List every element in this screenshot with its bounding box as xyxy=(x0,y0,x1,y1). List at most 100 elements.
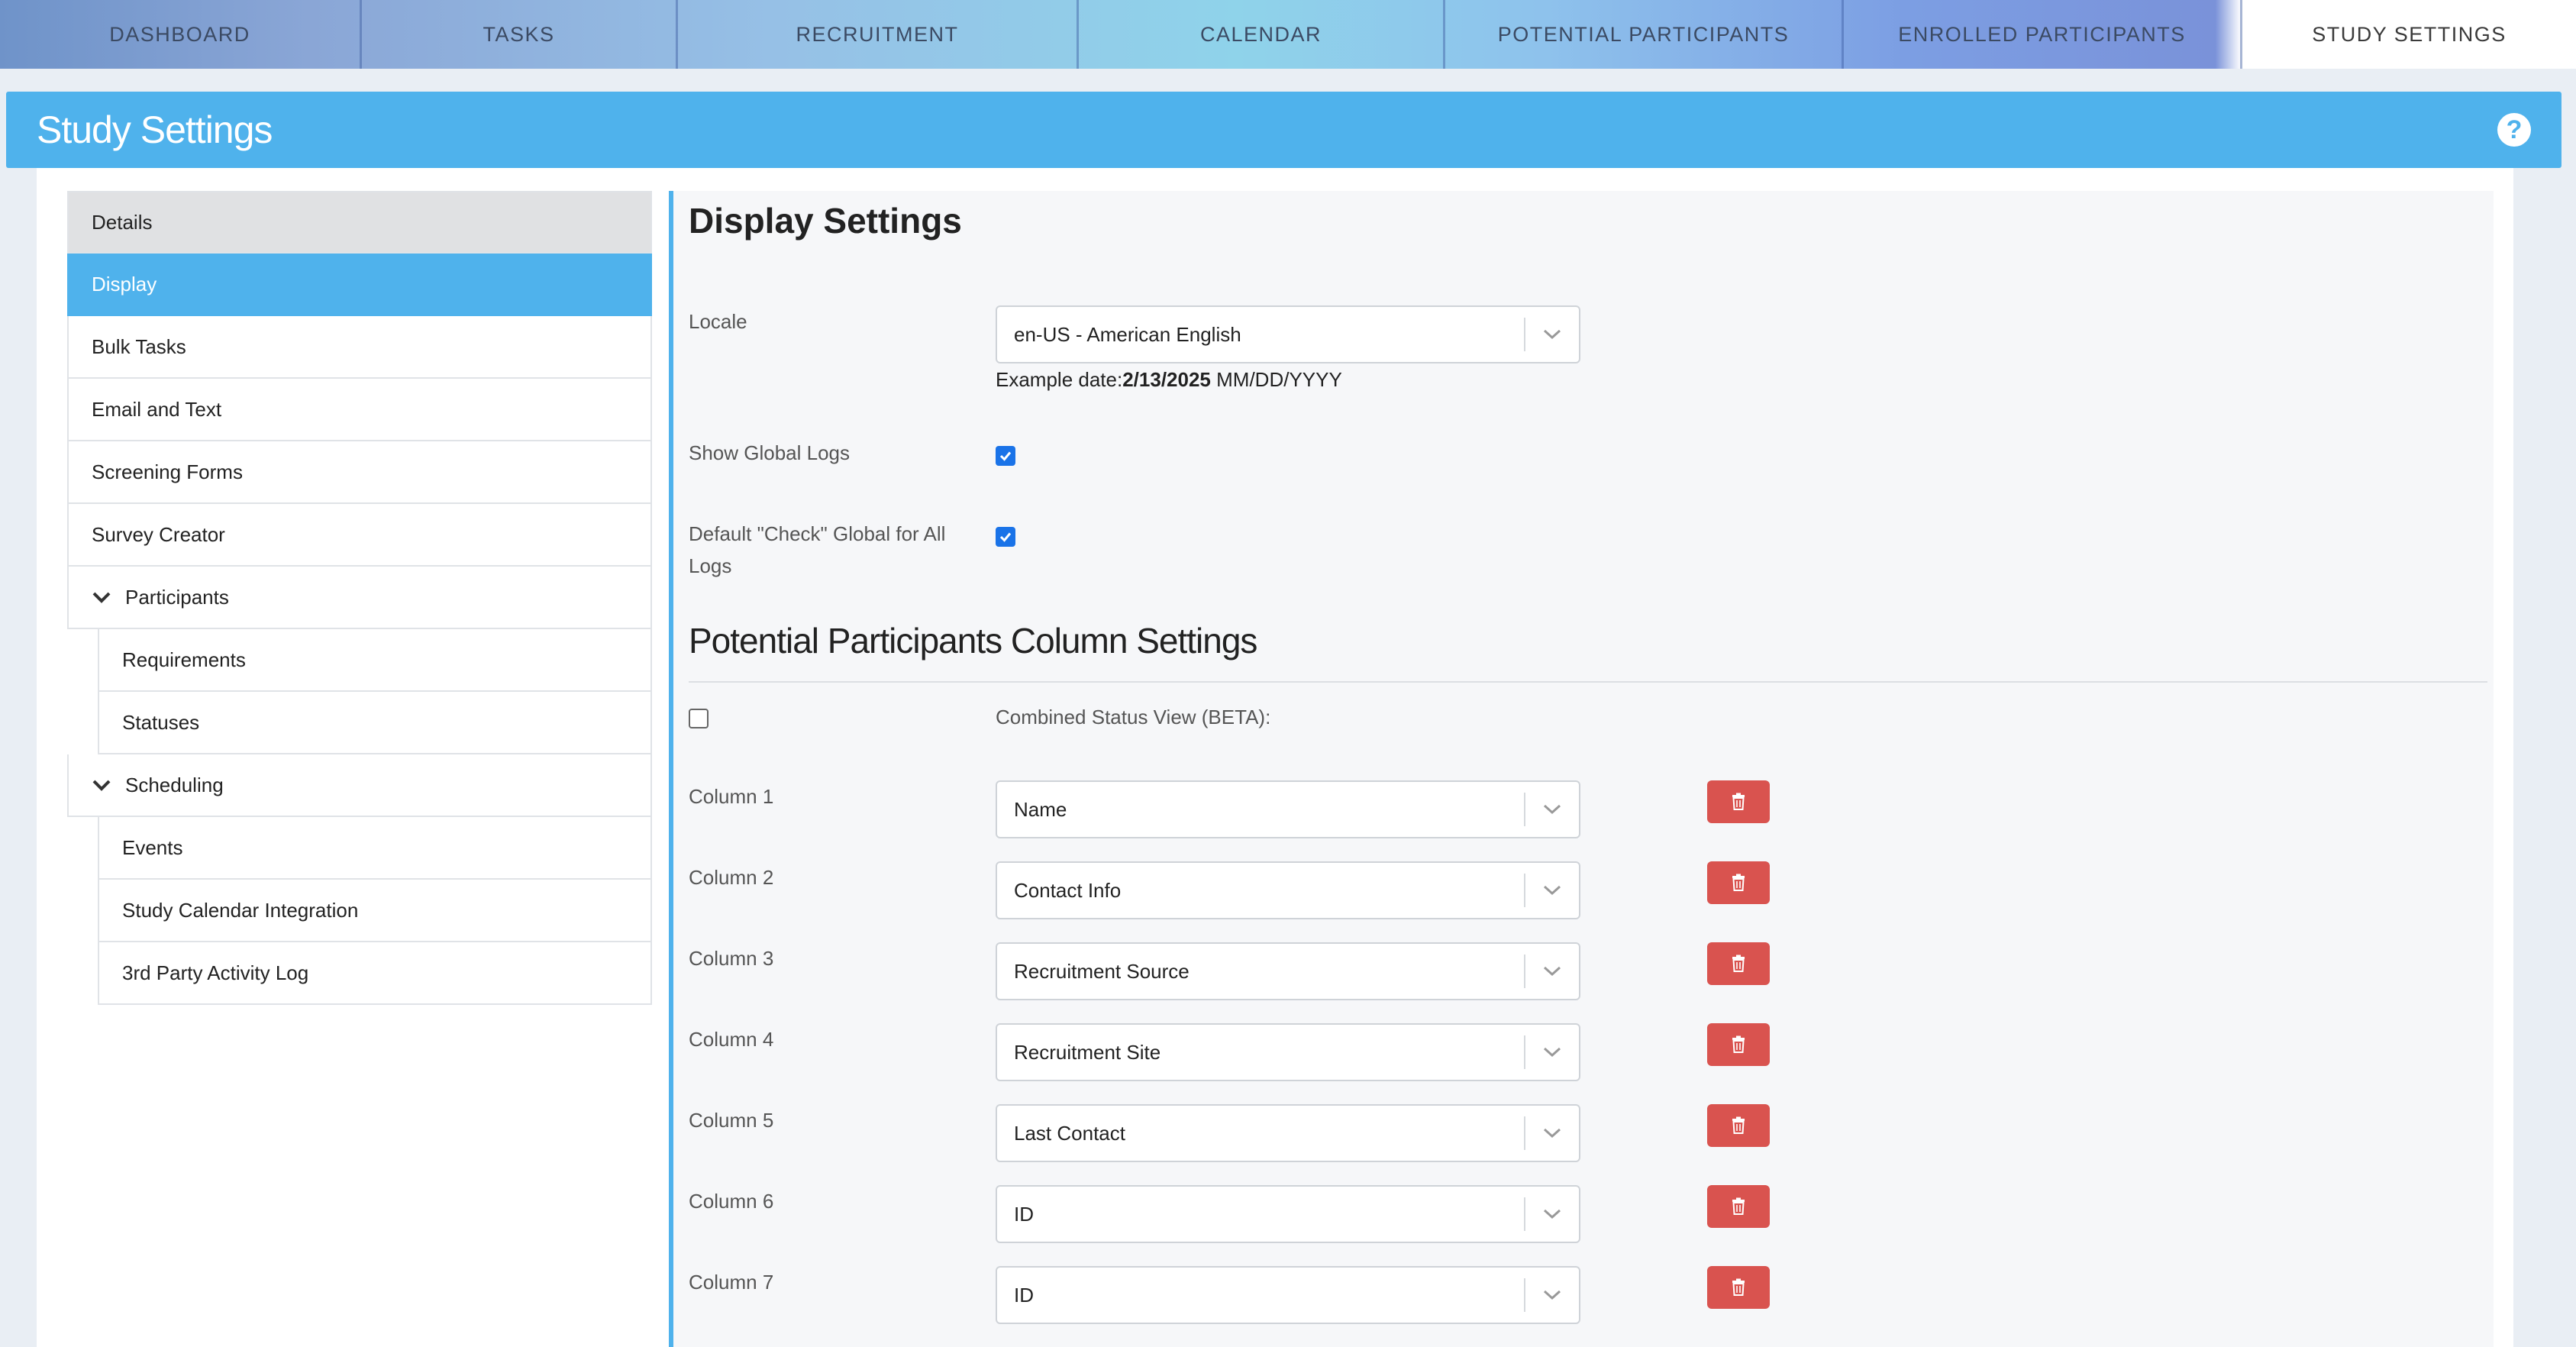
column-6-label: Column 6 xyxy=(689,1190,774,1213)
default-check-global-label: Default "Check" Global for All Logs xyxy=(689,522,946,577)
sidebar-item-label: Events xyxy=(122,835,183,859)
section-heading: Display Settings xyxy=(689,201,962,241)
column-4-label: Column 4 xyxy=(689,1028,774,1051)
question-circle-icon[interactable]: ? xyxy=(2497,113,2531,147)
sidebar-item-email-and-text[interactable]: Email and Text xyxy=(67,379,652,441)
column-value: ID xyxy=(1014,1283,1034,1307)
checkmark-icon xyxy=(999,451,1012,461)
sidebar-item-label: Study Calendar Integration xyxy=(122,898,359,922)
sidebar-item-statuses[interactable]: Statuses xyxy=(98,692,652,754)
chevron-down-icon xyxy=(1525,328,1579,341)
column-value: Contact Info xyxy=(1014,878,1122,902)
show-global-logs-checkbox[interactable] xyxy=(996,446,1015,466)
delete-column-button[interactable] xyxy=(1707,1104,1770,1147)
tab-calendar[interactable]: CALENDAR xyxy=(1079,0,1445,69)
column-settings-title: Potential Participants Column Settings xyxy=(689,621,1257,661)
sidebar-item-label: Participants xyxy=(125,585,229,609)
column-7-label: Column 7 xyxy=(689,1271,774,1294)
example-date: Example date:2/13/2025 MM/DD/YYYY xyxy=(996,368,1342,392)
chevron-down-icon xyxy=(1525,884,1579,896)
trash-icon xyxy=(1732,955,1745,972)
combined-status-checkbox[interactable] xyxy=(689,709,709,728)
column-6-select[interactable]: ID xyxy=(996,1185,1580,1243)
sidebar-item-3rd-party-activity-log[interactable]: 3rd Party Activity Log xyxy=(98,942,652,1005)
display-settings-panel: Display Settings Locale en-US - American… xyxy=(669,191,2494,1347)
show-global-logs-label: Show Global Logs xyxy=(689,441,851,464)
column-value: Name xyxy=(1014,797,1067,821)
tab-tasks[interactable]: TASKS xyxy=(362,0,678,69)
trash-icon xyxy=(1732,1116,1745,1134)
sidebar-item-label: Screening Forms xyxy=(92,460,243,483)
locale-value: en-US - American English xyxy=(1014,322,1241,346)
delete-column-button[interactable] xyxy=(1707,861,1770,904)
column-7-select[interactable]: ID xyxy=(996,1266,1580,1324)
chevron-down-icon xyxy=(92,779,111,791)
column-value: Recruitment Source xyxy=(1014,959,1190,983)
delete-column-button[interactable] xyxy=(1707,780,1770,823)
delete-column-button[interactable] xyxy=(1707,1023,1770,1066)
sidebar-item-survey-creator[interactable]: Survey Creator xyxy=(67,504,652,567)
chevron-down-icon xyxy=(1525,1046,1579,1058)
sidebar-item-label: Details xyxy=(92,210,153,234)
example-date-format: MM/DD/YYYY xyxy=(1216,368,1342,391)
tab-study-settings[interactable]: STUDY SETTINGS xyxy=(2242,0,2576,69)
locale-label: Locale xyxy=(689,310,747,333)
sidebar-item-label: Statuses xyxy=(122,710,200,734)
trash-icon xyxy=(1732,874,1745,891)
chevron-down-icon xyxy=(1525,1208,1579,1220)
column-3-label: Column 3 xyxy=(689,947,774,970)
section-divider xyxy=(689,681,2487,683)
column-1-label: Column 1 xyxy=(689,785,774,808)
column-4-select[interactable]: Recruitment Site xyxy=(996,1023,1580,1081)
sidebar-item-study-calendar-integration[interactable]: Study Calendar Integration xyxy=(98,880,652,942)
column-5-label: Column 5 xyxy=(689,1109,774,1132)
top-nav: DASHBOARD TASKS RECRUITMENT CALENDAR POT… xyxy=(0,0,2576,69)
page-header: Study Settings ? xyxy=(6,92,2561,168)
sidebar-item-screening-forms[interactable]: Screening Forms xyxy=(67,441,652,504)
column-5-select[interactable]: Last Contact xyxy=(996,1104,1580,1162)
example-date-value: 2/13/2025 xyxy=(1122,368,1211,391)
default-check-global-checkbox[interactable] xyxy=(996,527,1015,547)
sidebar-item-display[interactable]: Display xyxy=(67,254,652,316)
chevron-down-icon xyxy=(92,591,111,603)
sidebar-item-label: 3rd Party Activity Log xyxy=(122,961,309,984)
locale-select[interactable]: en-US - American English xyxy=(996,305,1580,363)
delete-column-button[interactable] xyxy=(1707,942,1770,985)
sidebar-item-label: Scheduling xyxy=(125,773,224,796)
trash-icon xyxy=(1732,793,1745,810)
column-2-label: Column 2 xyxy=(689,866,774,889)
trash-icon xyxy=(1732,1278,1745,1296)
tab-recruitment[interactable]: RECRUITMENT xyxy=(678,0,1079,69)
sidebar-item-label: Display xyxy=(92,272,157,296)
sidebar-item-details[interactable]: Details xyxy=(67,191,652,254)
settings-sidebar: Details Display Bulk Tasks Email and Tex… xyxy=(67,191,652,1005)
sidebar-item-requirements[interactable]: Requirements xyxy=(98,629,652,692)
sidebar-item-label: Survey Creator xyxy=(92,522,225,546)
column-2-select[interactable]: Contact Info xyxy=(996,861,1580,919)
column-1-select[interactable]: Name xyxy=(996,780,1580,838)
column-value: Recruitment Site xyxy=(1014,1040,1161,1064)
chevron-down-icon xyxy=(1525,1289,1579,1301)
sidebar-item-scheduling[interactable]: Scheduling xyxy=(67,754,652,817)
combined-status-label: Combined Status View (BETA): xyxy=(996,706,1271,728)
column-value: ID xyxy=(1014,1202,1034,1226)
sidebar-item-events[interactable]: Events xyxy=(98,817,652,880)
sidebar-item-participants[interactable]: Participants xyxy=(67,567,652,629)
delete-column-button[interactable] xyxy=(1707,1266,1770,1309)
tab-enrolled-participants[interactable]: ENROLLED PARTICIPANTS xyxy=(1844,0,2242,69)
trash-icon xyxy=(1732,1197,1745,1215)
column-value: Last Contact xyxy=(1014,1121,1125,1145)
column-3-select[interactable]: Recruitment Source xyxy=(996,942,1580,1000)
chevron-down-icon xyxy=(1525,803,1579,816)
sidebar-item-label: Bulk Tasks xyxy=(92,334,186,358)
checkmark-icon xyxy=(999,532,1012,542)
delete-column-button[interactable] xyxy=(1707,1185,1770,1228)
sidebar-item-label: Requirements xyxy=(122,648,246,671)
page-title: Study Settings xyxy=(37,108,273,151)
tab-potential-participants[interactable]: POTENTIAL PARTICIPANTS xyxy=(1445,0,1844,69)
trash-icon xyxy=(1732,1035,1745,1053)
sidebar-item-bulk-tasks[interactable]: Bulk Tasks xyxy=(67,316,652,379)
sidebar-item-label: Email and Text xyxy=(92,397,222,421)
chevron-down-icon xyxy=(1525,965,1579,977)
tab-dashboard[interactable]: DASHBOARD xyxy=(0,0,362,69)
